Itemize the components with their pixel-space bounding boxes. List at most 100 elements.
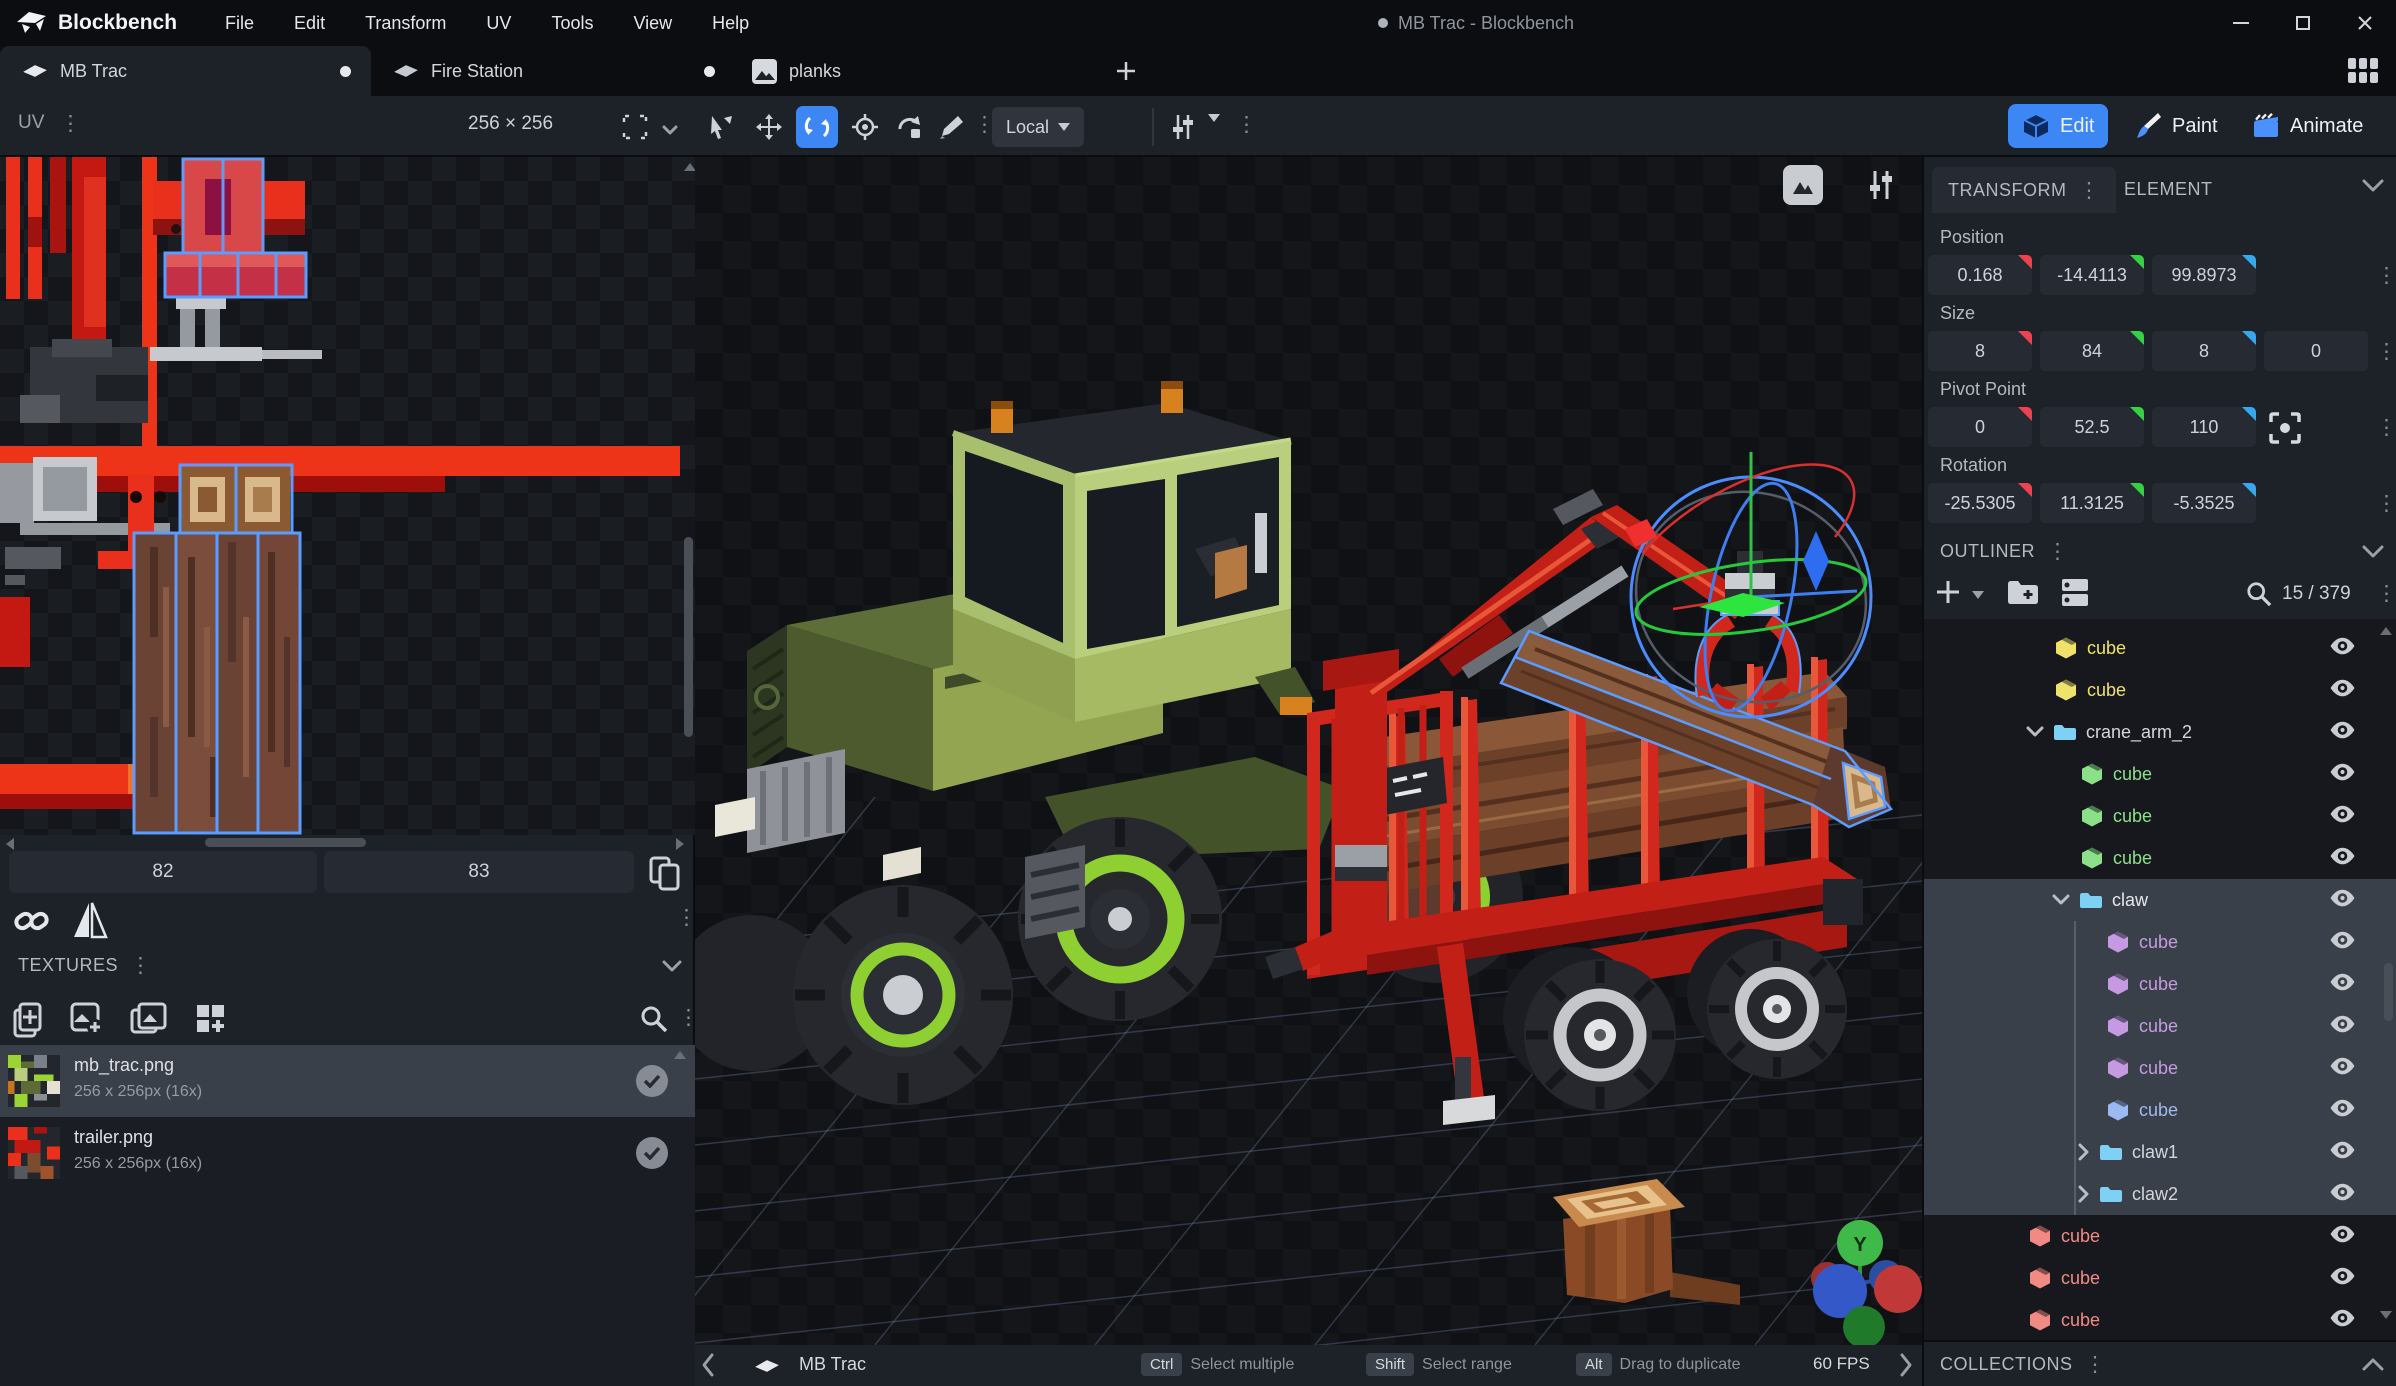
append-palette-button[interactable]: [194, 1002, 228, 1043]
outliner-search-button[interactable]: [2246, 581, 2272, 612]
axis-neg-z-ball[interactable]: [1874, 1265, 1922, 1313]
minimize-button[interactable]: [2210, 0, 2272, 46]
add-group-button[interactable]: [2006, 578, 2040, 611]
viewport[interactable]: X Z Y: [695, 157, 1922, 1345]
outliner-group-claw2[interactable]: claw2: [1924, 1173, 2396, 1215]
outliner-scroll-down[interactable]: [2380, 1311, 2392, 1319]
pivot-y-input[interactable]: 52.5: [2040, 407, 2144, 447]
visibility-eye-icon[interactable]: [2329, 721, 2356, 744]
hscroll-thumb[interactable]: [205, 838, 366, 847]
outliner-item-cube[interactable]: cube: [1924, 1257, 2396, 1299]
panel-collapse-button[interactable]: [2362, 179, 2384, 197]
maximize-button[interactable]: [2272, 0, 2334, 46]
space-mode-dropdown[interactable]: Local: [992, 107, 1084, 147]
chevron-down-icon[interactable]: [2026, 726, 2044, 738]
frame-view-button[interactable]: [614, 106, 656, 148]
collections-expand-button[interactable]: [2362, 1358, 2384, 1376]
position-z-input[interactable]: 99.8973: [2152, 255, 2256, 295]
viewport-canvas[interactable]: X Z Y: [695, 157, 1922, 1345]
pivot-menu[interactable]: ⋮: [2376, 417, 2396, 438]
visibility-eye-icon[interactable]: [2329, 637, 2356, 660]
size-inflate-input[interactable]: 0: [2264, 331, 2368, 371]
rotate-tool-button[interactable]: [796, 106, 838, 148]
visibility-eye-icon[interactable]: [2329, 763, 2356, 786]
chevron-right-icon[interactable]: [2078, 1185, 2090, 1203]
visibility-eye-icon[interactable]: [2329, 847, 2356, 870]
mode-tab-animate[interactable]: Animate: [2238, 104, 2377, 148]
outliner-item-cube[interactable]: cube: [1924, 1089, 2396, 1131]
mode-tab-edit[interactable]: Edit: [2008, 104, 2108, 148]
visibility-eye-icon[interactable]: [2329, 931, 2356, 954]
vscroll-thumb[interactable]: [684, 537, 693, 737]
tab-mb-trac[interactable]: MB Trac: [0, 46, 371, 96]
tab-fire-station[interactable]: Fire Station: [371, 46, 740, 96]
menu-view[interactable]: View: [633, 13, 672, 34]
scroll-right-arrow[interactable]: [676, 838, 684, 850]
visibility-eye-icon[interactable]: [2329, 679, 2356, 702]
move-tool-button[interactable]: [748, 106, 790, 148]
pivot-tool-button[interactable]: [844, 106, 886, 148]
add-dropdown[interactable]: [1972, 591, 1984, 599]
frame-view-dropdown[interactable]: [662, 122, 678, 140]
visibility-eye-icon[interactable]: [2329, 1141, 2356, 1164]
uv-x-input[interactable]: 82: [9, 851, 317, 893]
uv-y-input[interactable]: 83: [324, 851, 634, 893]
toolbar-menu[interactable]: ⋮: [1236, 114, 1257, 135]
textures-menu-button[interactable]: ⋮: [130, 955, 151, 976]
center-pivot-button[interactable]: [2268, 411, 2302, 450]
new-tab-button[interactable]: [1096, 46, 1156, 96]
menu-edit[interactable]: Edit: [294, 13, 325, 34]
uv-panel-menu-button[interactable]: ⋮: [60, 113, 81, 134]
textures-collapse-button[interactable]: [662, 959, 682, 977]
outliner-item-cube[interactable]: cube: [1924, 1215, 2396, 1257]
menu-tools[interactable]: Tools: [551, 13, 593, 34]
menu-file[interactable]: File: [225, 13, 254, 34]
uv-editor-canvas[interactable]: [0, 157, 695, 835]
pivot-z-input[interactable]: 110: [2152, 407, 2256, 447]
mode-tab-paint[interactable]: Paint: [2122, 104, 2232, 148]
position-menu[interactable]: ⋮: [2376, 265, 2396, 286]
menu-transform[interactable]: Transform: [365, 13, 446, 34]
rotate-object-tool-button[interactable]: [888, 106, 930, 148]
size-z-input[interactable]: 8: [2152, 331, 2256, 371]
outliner-collapse-button[interactable]: [2362, 545, 2384, 563]
menu-uv[interactable]: UV: [486, 13, 511, 34]
chevron-down-icon[interactable]: [2052, 894, 2070, 906]
tab-planks[interactable]: planks: [740, 46, 930, 96]
status-prev-button[interactable]: [697, 1351, 719, 1384]
tab-element[interactable]: ELEMENT: [2124, 179, 2213, 200]
status-next-button[interactable]: [1895, 1351, 1917, 1384]
rotation-x-input[interactable]: -25.5305: [1928, 483, 2032, 523]
outliner-scroll-thumb[interactable]: [2384, 963, 2393, 1021]
position-y-input[interactable]: -14.4113: [2040, 255, 2144, 295]
visibility-eye-icon[interactable]: [2329, 1267, 2356, 1290]
app-grid-button[interactable]: [2348, 58, 2378, 83]
outliner-item-cube[interactable]: cube: [1924, 1005, 2396, 1047]
outliner-item-cube[interactable]: cube: [1924, 627, 2396, 669]
outliner-group-claw1[interactable]: claw1: [1924, 1131, 2396, 1173]
uv-hscrollbar[interactable]: [0, 835, 695, 851]
add-cube-button[interactable]: [1934, 578, 1962, 611]
visibility-eye-icon[interactable]: [2329, 805, 2356, 828]
visibility-eye-icon[interactable]: [2329, 1099, 2356, 1122]
texture-row-mb-trac[interactable]: mb_trac.png 256 x 256px (16x): [0, 1045, 695, 1117]
uv-vscrollbar[interactable]: [682, 157, 695, 835]
visibility-eye-icon[interactable]: [2329, 973, 2356, 996]
texture-enabled-check[interactable]: [636, 1065, 668, 1097]
import-multiple-button[interactable]: [130, 1002, 168, 1043]
outliner-item-cube[interactable]: cube: [1924, 753, 2396, 795]
outliner-item-cube[interactable]: cube: [1924, 1047, 2396, 1089]
size-menu[interactable]: ⋮: [2376, 341, 2396, 362]
import-texture-button[interactable]: [70, 1002, 104, 1043]
outliner-item-cube[interactable]: cube: [1924, 619, 2396, 627]
toggle-panels-button[interactable]: [2060, 577, 2090, 612]
size-x-input[interactable]: 8: [1928, 331, 2032, 371]
visibility-eye-icon[interactable]: [2329, 1309, 2356, 1332]
outliner-item-cube[interactable]: cube: [1924, 795, 2396, 837]
pivot-x-input[interactable]: 0: [1928, 407, 2032, 447]
texture-row-trailer[interactable]: trailer.png 256 x 256px (16x): [0, 1117, 695, 1189]
outliner-item-cube[interactable]: cube: [1924, 963, 2396, 1005]
outliner-item-cube[interactable]: cube: [1924, 1299, 2396, 1340]
visibility-eye-icon[interactable]: [2329, 1225, 2356, 1248]
uv-link-button[interactable]: [14, 905, 50, 942]
